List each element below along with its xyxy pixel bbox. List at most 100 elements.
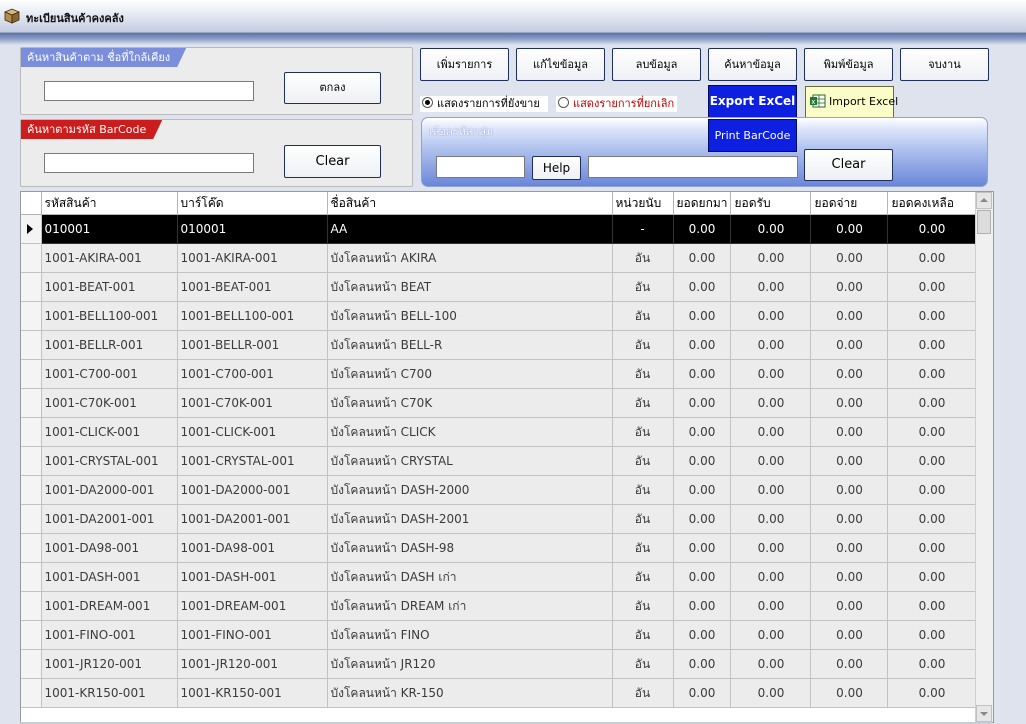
table-cell[interactable]: 0.00 (887, 214, 977, 244)
table-row[interactable]: 1001-FINO-001 1001-FINO-001 บังโคลนหน้า FI… (21, 620, 977, 650)
row-indicator[interactable] (21, 475, 42, 505)
table-cell[interactable]: อัน (612, 359, 674, 389)
table-cell[interactable]: 0.00 (887, 591, 977, 621)
row-indicator[interactable] (21, 678, 42, 708)
table-cell[interactable]: 0.00 (887, 504, 977, 534)
table-cell[interactable]: 0.00 (730, 330, 812, 360)
table-cell[interactable]: อัน (612, 533, 674, 563)
table-cell[interactable]: 1001-DA98-001 (177, 533, 328, 563)
table-cell[interactable]: อัน (612, 475, 674, 505)
scroll-down-button[interactable] (976, 705, 992, 722)
add-item-button[interactable]: เพิ่มรายการ (420, 48, 509, 81)
barcode-clear-button[interactable]: Clear (284, 145, 381, 178)
table-cell[interactable]: บังโคลนหน้า DREAM เก่า (327, 591, 613, 621)
col-header-barcode[interactable]: บาร์โค๊ด (177, 192, 328, 215)
search-name-input[interactable] (44, 81, 254, 101)
delete-item-button[interactable]: ลบข้อมูล (612, 48, 701, 81)
table-cell[interactable]: 0.00 (673, 591, 732, 621)
table-cell[interactable]: 0.00 (673, 533, 732, 563)
table-cell[interactable]: บังโคลนหน้า DASH เก่า (327, 562, 613, 592)
row-indicator[interactable] (21, 562, 42, 592)
table-cell[interactable]: 0.00 (887, 620, 977, 650)
table-cell[interactable]: 0.00 (887, 330, 977, 360)
table-cell[interactable]: 0.00 (673, 330, 732, 360)
row-indicator[interactable] (21, 591, 42, 621)
table-cell[interactable]: 0.00 (887, 678, 977, 708)
table-cell[interactable]: อัน (612, 649, 674, 679)
row-indicator[interactable] (21, 243, 42, 273)
table-cell[interactable]: 0.00 (673, 301, 732, 331)
table-cell[interactable]: 0.00 (673, 504, 732, 534)
row-indicator[interactable] (21, 649, 42, 679)
table-cell[interactable]: 0.00 (673, 214, 732, 244)
table-cell[interactable]: 0.00 (730, 678, 812, 708)
table-row[interactable]: 1001-DA2001-001 1001-DA2001-001 บังโคลนหน้… (21, 504, 977, 534)
table-cell[interactable]: AA (327, 214, 613, 244)
table-cell[interactable]: 1001-DA2001-001 (41, 504, 178, 534)
table-row[interactable]: 1001-BEAT-001 1001-BEAT-001 บังโคลนหน้า BE… (21, 272, 977, 302)
table-cell[interactable]: บังโคลนหน้า AKIRA (327, 243, 613, 273)
table-cell[interactable]: 0.00 (730, 649, 812, 679)
table-row[interactable]: 1001-C70K-001 1001-C70K-001 บังโคลนหน้า C7… (21, 388, 977, 418)
table-cell[interactable]: อัน (612, 562, 674, 592)
row-indicator[interactable] (21, 417, 42, 447)
table-cell[interactable]: 0.00 (887, 359, 977, 389)
export-excel-button[interactable]: Export ExCel (708, 85, 797, 118)
table-cell[interactable]: 0.00 (730, 301, 812, 331)
table-row[interactable]: 1001-C700-001 1001-C700-001 บังโคลนหน้า C7… (21, 359, 977, 389)
table-cell[interactable]: 0.00 (887, 272, 977, 302)
table-cell[interactable]: 1001-CLICK-001 (41, 417, 178, 447)
row-indicator[interactable] (21, 533, 42, 563)
table-cell[interactable]: 0.00 (730, 359, 812, 389)
table-cell[interactable]: 0.00 (887, 533, 977, 563)
table-cell[interactable]: 1001-DA2000-001 (177, 475, 328, 505)
table-cell[interactable]: 0.00 (730, 475, 812, 505)
table-cell[interactable]: 1001-CRYSTAL-001 (41, 446, 178, 476)
table-cell[interactable]: 1001-AKIRA-001 (177, 243, 328, 273)
table-cell[interactable]: บังโคลนหน้า C700 (327, 359, 613, 389)
table-row[interactable]: 1001-CRYSTAL-001 1001-CRYSTAL-001 บังโคลนห… (21, 446, 977, 476)
table-row[interactable]: 1001-BELLR-001 1001-BELLR-001 บังโคลนหน้า … (21, 330, 977, 360)
table-cell[interactable]: 0.00 (887, 301, 977, 331)
col-header-balance[interactable]: ยอดคงเหลือ (887, 192, 977, 215)
row-indicator[interactable] (21, 272, 42, 302)
table-cell[interactable]: อัน (612, 678, 674, 708)
table-cell[interactable]: 1001-DA98-001 (41, 533, 178, 563)
group-help-button[interactable]: Help (532, 156, 581, 180)
table-cell[interactable]: 0.00 (810, 649, 889, 679)
table-cell[interactable]: 1001-BELL100-001 (177, 301, 328, 331)
table-cell[interactable]: อัน (612, 388, 674, 418)
table-cell[interactable]: บังโคลนหน้า CLICK (327, 417, 613, 447)
table-cell[interactable]: - (612, 214, 674, 244)
import-excel-button[interactable]: x Import Excel (805, 86, 898, 118)
table-cell[interactable]: 0.00 (810, 330, 889, 360)
table-cell[interactable]: 0.00 (810, 243, 889, 273)
table-cell[interactable]: 0.00 (887, 417, 977, 447)
table-cell[interactable]: 0.00 (887, 446, 977, 476)
print-data-button[interactable]: พิมพ์ข้อมูล (804, 48, 893, 81)
table-cell[interactable]: บังโคลนหน้า FINO (327, 620, 613, 650)
row-indicator[interactable] (21, 388, 42, 418)
table-cell[interactable]: บังโคลนหน้า BELL-100 (327, 301, 613, 331)
table-cell[interactable]: 0.00 (810, 591, 889, 621)
table-row[interactable]: 1001-BELL100-001 1001-BELL100-001 บังโคลนห… (21, 301, 977, 331)
table-row[interactable]: 1001-CLICK-001 1001-CLICK-001 บังโคลนหน้า … (21, 417, 977, 447)
search-ok-button[interactable]: ตกลง (284, 72, 381, 104)
table-cell[interactable]: 0.00 (730, 243, 812, 273)
table-row[interactable]: 010001 010001 AA -0.00 0.00 0.00 0.00 (21, 214, 977, 244)
table-cell[interactable]: 0.00 (673, 620, 732, 650)
table-cell[interactable]: บังโคลนหน้า CRYSTAL (327, 446, 613, 476)
table-cell[interactable]: บังโคลนหน้า BELL-R (327, 330, 613, 360)
table-cell[interactable]: 1001-DREAM-001 (177, 591, 328, 621)
table-cell[interactable]: 0.00 (730, 417, 812, 447)
table-cell[interactable]: 0.00 (887, 649, 977, 679)
vertical-scrollbar[interactable] (975, 192, 993, 722)
table-cell[interactable]: 1001-BELLR-001 (41, 330, 178, 360)
table-cell[interactable]: อัน (612, 446, 674, 476)
table-cell[interactable]: 1001-FINO-001 (177, 620, 328, 650)
table-cell[interactable]: 0.00 (810, 359, 889, 389)
table-cell[interactable]: 0.00 (673, 359, 732, 389)
row-indicator[interactable] (21, 214, 42, 244)
table-cell[interactable]: 0.00 (810, 214, 889, 244)
col-header-issued[interactable]: ยอดจ่าย (810, 192, 889, 215)
